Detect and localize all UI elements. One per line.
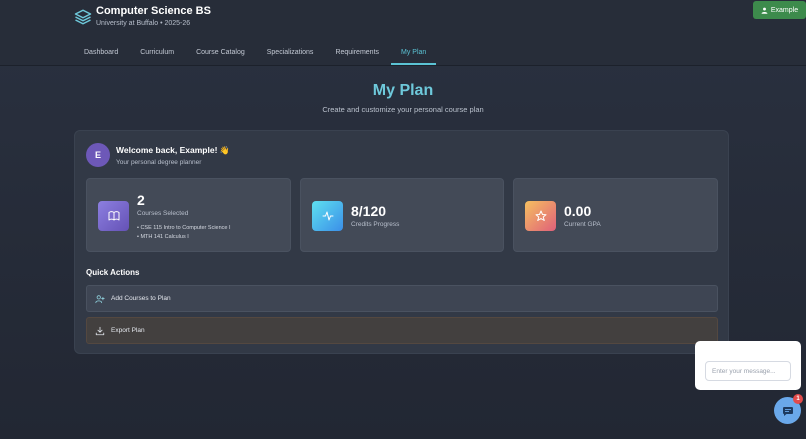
courses-label: Courses Selected (137, 210, 189, 217)
user-button[interactable]: Example (753, 1, 806, 19)
tab-course-catalog[interactable]: Course Catalog (186, 44, 255, 65)
welcome-title: Welcome back, Example! 👋 (116, 145, 230, 156)
gpa-label: Current GPA (564, 221, 601, 228)
notification-badge: 1 (793, 394, 803, 404)
add-courses-button[interactable]: Add Courses to Plan (86, 285, 718, 312)
credits-value: 8/120 (351, 203, 387, 219)
download-icon (95, 326, 105, 335)
nav-tabs: Dashboard Curriculum Course Catalog Spec… (74, 44, 438, 66)
gpa-value: 0.00 (564, 203, 592, 219)
courses-icon-tile (98, 201, 129, 231)
list-item: • CSE 115 Intro to Computer Science I (137, 225, 231, 231)
avatar: E (86, 143, 110, 167)
page-subtitle: Create and customize your personal cours… (322, 105, 484, 114)
tab-curriculum[interactable]: Curriculum (130, 44, 184, 65)
chat-popup (695, 341, 801, 390)
chat-message-input[interactable] (705, 361, 791, 381)
brand[interactable]: Computer Science BS University at Buffal… (74, 5, 211, 29)
layers-logo-icon (74, 9, 92, 25)
user-icon (761, 7, 768, 14)
brand-text: Computer Science BS University at Buffal… (96, 5, 211, 29)
page-title: My Plan (372, 82, 434, 99)
user-plus-icon (95, 294, 105, 303)
welcome-section: E Welcome back, Example! 👋 Your personal… (86, 143, 230, 167)
list-item: • MTH 141 Calculus I (137, 234, 189, 240)
welcome-subtitle: Your personal degree planner (116, 158, 202, 166)
brand-subtitle: University at Buffalo • 2025-26 (96, 20, 191, 27)
welcome-title-text: Welcome back, Example! (116, 144, 218, 155)
app-header: Computer Science BS University at Buffal… (0, 0, 806, 66)
chat-bubble-icon (782, 406, 793, 416)
courses-selected-card: 2 Courses Selected • CSE 115 Intro to Co… (86, 178, 291, 252)
book-icon (108, 211, 119, 221)
add-courses-label: Add Courses to Plan (111, 295, 171, 302)
wave-emoji: 👋 (219, 145, 230, 155)
activity-icon (322, 211, 333, 221)
brand-title: Computer Science BS (96, 5, 211, 17)
tab-dashboard[interactable]: Dashboard (74, 44, 128, 65)
tab-requirements[interactable]: Requirements (325, 44, 389, 65)
selected-courses-list: • CSE 115 Intro to Computer Science I • … (137, 224, 231, 242)
quick-actions-title: Quick Actions (86, 268, 140, 277)
credits-label: Credits Progress (351, 221, 400, 228)
export-plan-label: Export Plan (111, 327, 145, 334)
courses-count: 2 (137, 192, 145, 208)
gpa-icon-tile (525, 201, 556, 231)
tab-specializations[interactable]: Specializations (257, 44, 324, 65)
plan-panel: E Welcome back, Example! 👋 Your personal… (74, 130, 729, 354)
export-plan-button[interactable]: Export Plan (86, 317, 718, 344)
star-icon (535, 210, 546, 221)
gpa-card: 0.00 Current GPA (513, 178, 718, 252)
tab-my-plan[interactable]: My Plan (391, 44, 437, 65)
credits-icon-tile (312, 201, 343, 231)
user-button-label: Example (770, 6, 799, 14)
credits-progress-card: 8/120 Credits Progress (300, 178, 504, 252)
